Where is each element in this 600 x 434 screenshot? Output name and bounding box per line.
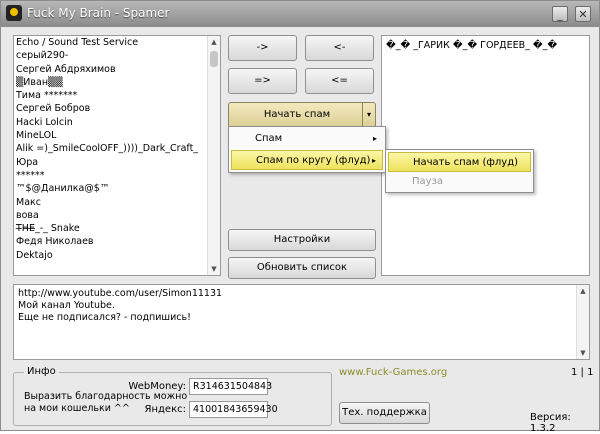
contact-item[interactable]: Юра [14, 156, 220, 169]
contact-item[interactable]: T̶H̶E̶_-_ Snake [14, 222, 220, 235]
main-window: Fuck My Brain - Spamer _ ✕ Echo / Sound … [0, 0, 600, 434]
contact-item[interactable]: Echo / Sound Test Service [14, 36, 220, 49]
flood-submenu: Начать спам (флуд) Пауза [385, 149, 534, 193]
contact-item[interactable]: Dektajo [14, 249, 220, 262]
contact-item[interactable]: серый290- [14, 49, 220, 62]
menu-item-spam-loop[interactable]: Спам по кругу (флуд) ▸ [231, 150, 383, 170]
start-spam-label: Начать спам [263, 109, 331, 120]
contacts-list[interactable]: Echo / Sound Test Service серый290- Серг… [13, 35, 221, 276]
info-legend: Инфо [24, 366, 59, 377]
submenu-arrow-icon: ▸ [371, 156, 376, 165]
scroll-down-icon[interactable]: ▼ [208, 263, 220, 275]
contact-item[interactable]: Федя Николаев [14, 235, 220, 248]
refresh-contacts-button[interactable]: Обновить список контактов [228, 257, 376, 293]
contact-item[interactable]: ▒Иван▒▒ [14, 76, 220, 89]
menu-item-start-flood[interactable]: Начать спам (флуд) [388, 152, 531, 172]
minimize-button[interactable]: _ [552, 6, 568, 22]
settings-button[interactable]: Настройки [228, 229, 376, 251]
contact-item[interactable]: Сергей Абдряхимов [14, 63, 220, 76]
menu-item-spam[interactable]: Спам ▸ [231, 129, 383, 149]
contacts-scrollbar[interactable]: ▲ ▼ [207, 36, 220, 275]
message-text[interactable]: http://www.youtube.com/user/Simon11131 М… [18, 288, 222, 324]
webmoney-field[interactable]: R314631504843 [189, 378, 272, 395]
selected-chat-item[interactable]: �_� _ГАРИК �_� ГОРДЕЕВ_ �_� [386, 40, 557, 51]
start-spam-button[interactable]: Начать спам ▾ [228, 102, 376, 128]
site-link[interactable]: www.Fuck-Games.org [339, 367, 447, 378]
window-title: Fuck My Brain - Spamer [27, 6, 170, 20]
move-right-button[interactable]: -> [228, 35, 297, 61]
contact-item[interactable]: Hacki Lolcin [14, 116, 220, 129]
app-icon [6, 5, 22, 21]
yandex-label: Яндекс: [144, 404, 186, 415]
close-button[interactable]: ✕ [575, 6, 591, 22]
move-all-right-button[interactable]: => [228, 68, 297, 94]
scroll-thumb[interactable] [210, 51, 218, 67]
chevron-down-icon[interactable]: ▾ [362, 103, 375, 127]
contact-item[interactable]: Тима ******* [14, 89, 220, 102]
submenu-arrow-icon: ▸ [372, 134, 377, 143]
scroll-up-icon[interactable]: ▲ [208, 36, 220, 48]
move-left-button[interactable]: <- [305, 35, 374, 61]
contact-item[interactable]: Alik =)_SmileCoolOFF_))))_Dark_Craft_ [14, 142, 220, 155]
spam-menu: Спам ▸ Спам по кругу (флуд) ▸ [228, 126, 386, 173]
contact-item[interactable]: Сергей Бобров [14, 102, 220, 115]
contact-item[interactable]: вова [14, 209, 220, 222]
contact-item[interactable]: Макс [14, 196, 220, 209]
webmoney-label: WebMoney: [128, 381, 186, 392]
move-all-left-button[interactable]: <= [305, 68, 374, 94]
contact-item[interactable]: ****** [14, 169, 220, 182]
menu-item-label: Спам [255, 133, 283, 144]
scroll-down-icon[interactable]: ▼ [577, 347, 589, 359]
contact-item[interactable]: ™$@Данилка@$™ [14, 182, 220, 195]
scroll-up-icon[interactable]: ▲ [577, 285, 589, 297]
message-textarea[interactable]: http://www.youtube.com/user/Simon11131 М… [13, 284, 590, 360]
menu-item-pause[interactable]: Пауза [388, 172, 531, 192]
menu-item-label: Спам по кругу (флуд) [256, 155, 371, 166]
title-bar[interactable]: Fuck My Brain - Spamer _ ✕ [1, 1, 599, 27]
message-scrollbar[interactable]: ▲ ▼ [576, 285, 589, 359]
info-group: Инфо Выразить благодарность можно на мои… [13, 366, 332, 426]
message-counter: 1 | 1 [571, 367, 594, 378]
contact-item[interactable]: MineLOL [14, 129, 220, 142]
support-button[interactable]: Тех. поддержка [339, 402, 430, 424]
yandex-field[interactable]: 41001843659430 [189, 401, 278, 418]
